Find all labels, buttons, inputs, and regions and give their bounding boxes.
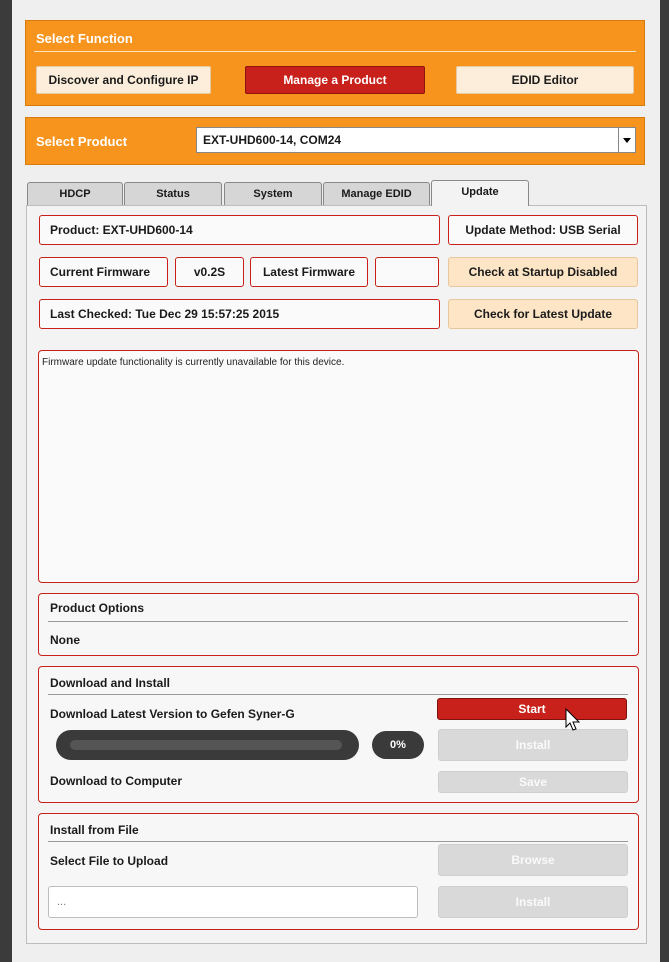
select-function-title: Select Function: [36, 31, 133, 46]
select-product-title: Select Product: [36, 134, 128, 149]
chevron-down-icon[interactable]: [618, 128, 635, 152]
tab-system[interactable]: System: [224, 182, 322, 205]
install-button[interactable]: Install: [438, 729, 628, 761]
manage-product-button[interactable]: Manage a Product: [245, 66, 425, 94]
download-install-divider: [48, 694, 628, 695]
current-firmware-label: Current Firmware: [39, 257, 168, 287]
latest-firmware-label: Latest Firmware: [250, 257, 368, 287]
update-log-text: Firmware update functionality is current…: [42, 357, 345, 368]
check-latest-update-button[interactable]: Check for Latest Update: [448, 299, 638, 329]
product-label: Product: EXT-UHD600-14: [39, 215, 440, 245]
tab-update[interactable]: Update: [431, 180, 529, 206]
mouse-pointer-icon: [565, 708, 581, 731]
start-button[interactable]: Start: [437, 698, 627, 720]
discover-configure-ip-button[interactable]: Discover and Configure IP: [36, 66, 211, 94]
select-function-divider: [34, 51, 636, 52]
download-progress-track: [70, 740, 342, 750]
file-path-input[interactable]: ...: [48, 886, 418, 918]
product-options-title: Product Options: [50, 601, 144, 615]
download-to-computer-label: Download to Computer: [50, 774, 182, 788]
tab-manage-edid[interactable]: Manage EDID: [323, 182, 430, 205]
select-file-label: Select File to Upload: [50, 854, 169, 868]
current-firmware-value: v0.2S: [175, 257, 244, 287]
update-log-area: Firmware update functionality is current…: [38, 350, 639, 583]
install-file-button[interactable]: Install: [438, 886, 628, 918]
product-select[interactable]: EXT-UHD600-14, COM24: [196, 127, 636, 153]
save-button[interactable]: Save: [438, 771, 628, 793]
product-options-value: None: [50, 633, 80, 647]
download-progress-bar: [56, 730, 359, 760]
download-install-title: Download and Install: [50, 676, 171, 690]
check-at-startup-button[interactable]: Check at Startup Disabled: [448, 257, 638, 287]
install-from-file-divider: [48, 841, 628, 842]
tab-status[interactable]: Status: [124, 182, 222, 205]
latest-firmware-value: [375, 257, 439, 287]
tab-hdcp[interactable]: HDCP: [27, 182, 123, 205]
download-progress-percent: 0%: [372, 731, 424, 759]
install-from-file-title: Install from File: [50, 823, 139, 837]
last-checked-label: Last Checked: Tue Dec 29 15:57:25 2015: [39, 299, 440, 329]
product-options-divider: [48, 621, 628, 622]
update-method-label: Update Method: USB Serial: [448, 215, 638, 245]
product-select-value: EXT-UHD600-14, COM24: [203, 133, 342, 147]
edid-editor-button[interactable]: EDID Editor: [456, 66, 634, 94]
browse-button[interactable]: Browse: [438, 844, 628, 876]
download-latest-label: Download Latest Version to Gefen Syner-G: [50, 707, 295, 721]
